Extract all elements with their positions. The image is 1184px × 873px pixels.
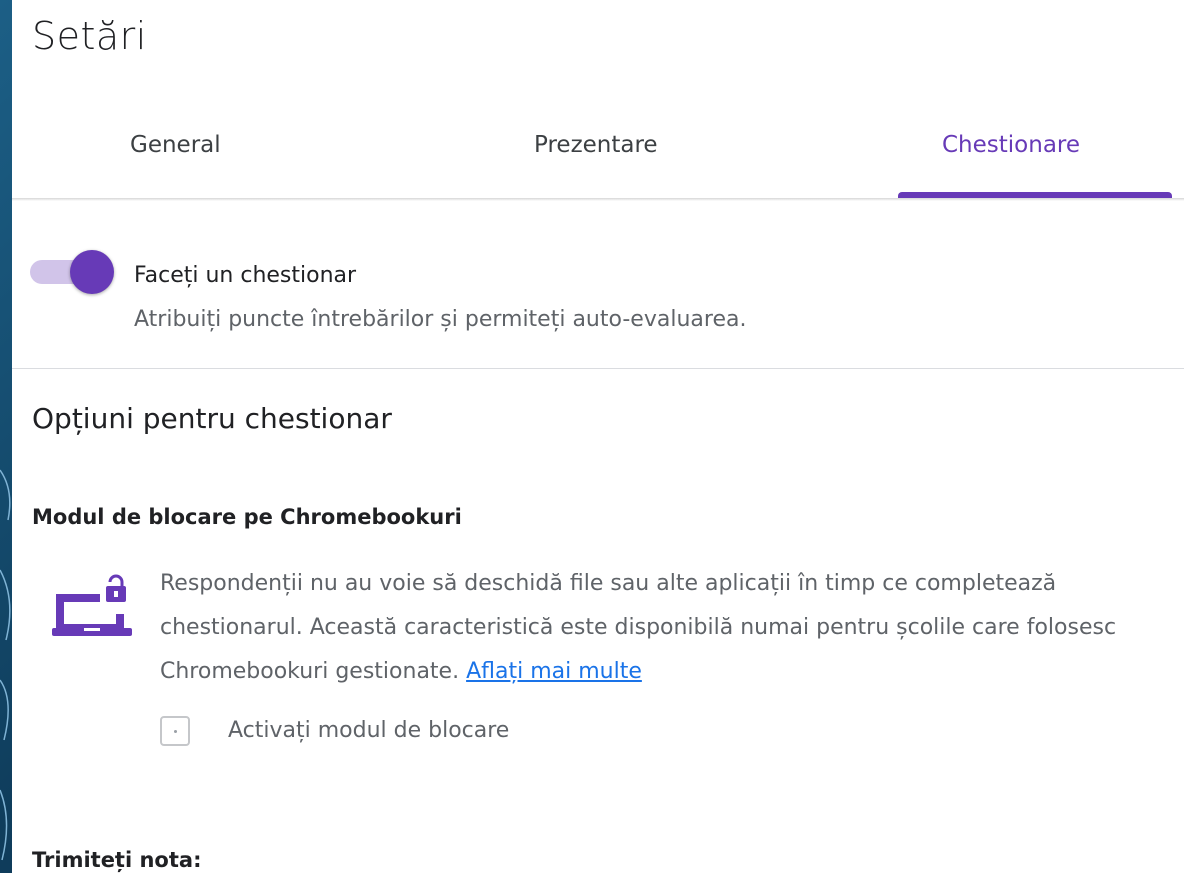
settings-panel: Setări General Prezentare Chestionare Fa… (12, 0, 1184, 873)
quiz-options-title: Opțiuni pentru chestionar (32, 402, 392, 435)
learn-more-link[interactable]: Aflați mai multe (466, 659, 642, 684)
send-grade-title: Trimiteți nota: (32, 848, 202, 872)
tab-general[interactable]: General (130, 132, 221, 158)
settings-title: Setări (32, 14, 147, 58)
tab-prezentare[interactable]: Prezentare (534, 132, 658, 158)
lock-mode-description: Respondenții nu au voie să deschidă file… (160, 562, 1184, 694)
toggle-knob (70, 250, 114, 294)
lock-mode-checkbox[interactable] (160, 716, 190, 746)
quiz-toggle-description: Atribuiți puncte întrebărilor și permite… (134, 307, 747, 332)
quiz-toggle[interactable] (30, 250, 114, 294)
laptop-lock-icon (52, 574, 132, 636)
tabs-divider (12, 198, 1184, 201)
lock-mode-checkbox-label: Activați modul de blocare (228, 718, 510, 743)
quiz-toggle-label: Faceți un chestionar (134, 263, 357, 288)
lock-mode-title: Modul de blocare pe Chromebookuri (32, 505, 462, 529)
settings-tabs: General Prezentare Chestionare (12, 120, 1184, 200)
checkbox-focus-dot (174, 730, 177, 733)
tab-chestionare[interactable]: Chestionare (942, 132, 1080, 158)
section-divider (12, 368, 1184, 369)
